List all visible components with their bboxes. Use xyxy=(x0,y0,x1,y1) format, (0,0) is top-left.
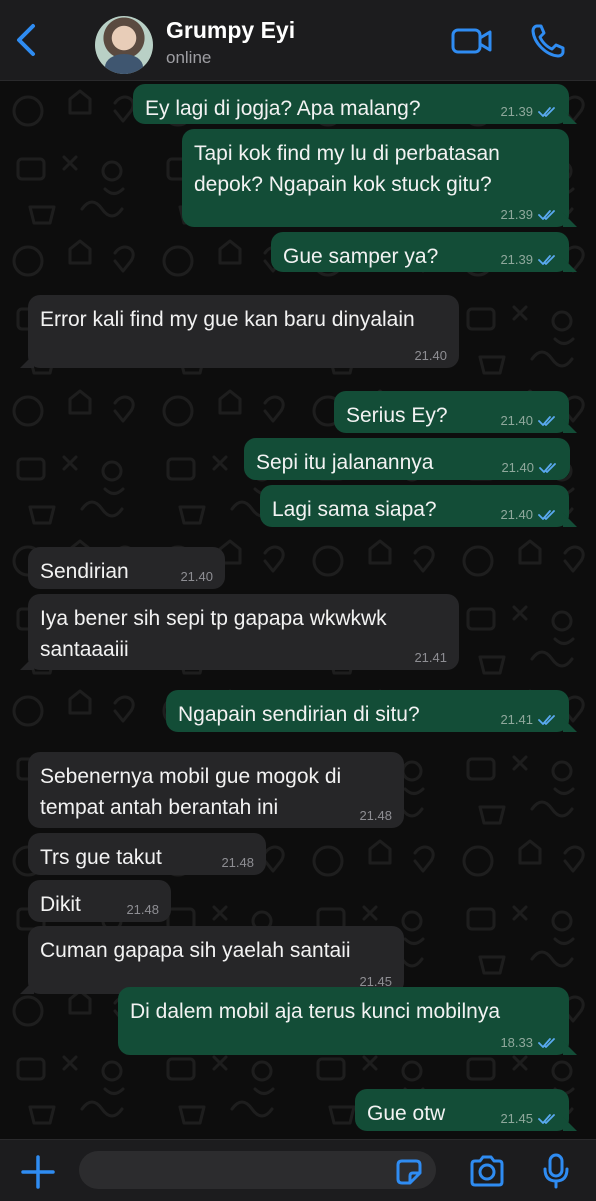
message-text: Sebenernya mobil gue mogok di tempat ant… xyxy=(40,765,348,819)
outgoing-message[interactable]: Lagi sama siapa? 21.40 xyxy=(260,485,577,527)
message-time: 21.39 xyxy=(500,104,533,119)
read-receipt-icon xyxy=(538,509,557,521)
read-receipt-icon xyxy=(538,1037,557,1049)
message-text: Error kali find my gue kan baru dinyalai… xyxy=(40,308,415,331)
message-meta: 21.39 xyxy=(500,207,557,222)
microphone-icon xyxy=(543,1153,569,1189)
message-meta: 21.39 xyxy=(500,104,557,119)
outgoing-message[interactable]: Serius Ey? 21.40 xyxy=(334,391,577,433)
message-time: 21.40 xyxy=(500,507,533,522)
incoming-message[interactable]: Iya bener sih sepi tp gapapa wkwkwk sant… xyxy=(20,594,459,670)
camera-icon xyxy=(470,1155,504,1187)
chat-header: Grumpy Eyi online xyxy=(0,0,596,81)
message-text: Ey lagi di jogja? Apa malang? xyxy=(145,97,421,120)
message-meta: 21.48 xyxy=(359,808,392,823)
read-receipt-icon xyxy=(538,254,557,266)
sticker-button[interactable] xyxy=(394,1157,424,1192)
contact-name[interactable]: Grumpy Eyi xyxy=(166,17,295,44)
message-text: Tapi kok find my lu di perbatasan depok?… xyxy=(194,142,506,196)
video-camera-icon xyxy=(451,28,492,54)
message-meta: 21.39 xyxy=(500,252,557,267)
read-receipt-icon xyxy=(538,1113,557,1125)
message-input[interactable] xyxy=(79,1151,436,1189)
message-time: 21.40 xyxy=(501,460,534,475)
incoming-message[interactable]: Sebenernya mobil gue mogok di tempat ant… xyxy=(28,752,404,828)
read-receipt-icon xyxy=(538,714,557,726)
incoming-message[interactable]: Dikit 21.48 xyxy=(28,880,171,922)
message-meta: 21.40 xyxy=(180,569,213,584)
message-time: 21.45 xyxy=(500,1111,533,1126)
message-meta: 21.41 xyxy=(414,650,447,665)
incoming-message[interactable]: Error kali find my gue kan baru dinyalai… xyxy=(20,295,459,368)
avatar[interactable] xyxy=(95,16,153,74)
message-time: 21.40 xyxy=(500,413,533,428)
outgoing-message[interactable]: Sepi itu jalanannya 21.40 xyxy=(244,438,570,480)
outgoing-message[interactable]: Ngapain sendirian di situ? 21.41 xyxy=(166,690,577,732)
message-meta: 21.40 xyxy=(414,348,447,363)
message-text: Cuman gapapa sih yaelah santaii xyxy=(40,939,351,962)
message-time: 21.48 xyxy=(221,855,254,870)
message-text: Ngapain sendirian di situ? xyxy=(178,703,420,726)
incoming-message[interactable]: Cuman gapapa sih yaelah santaii 21.45 xyxy=(20,926,404,994)
message-meta: 21.40 xyxy=(500,507,557,522)
message-meta: 21.48 xyxy=(221,855,254,870)
message-meta: 21.45 xyxy=(500,1111,557,1126)
plus-icon xyxy=(21,1155,55,1189)
outgoing-message[interactable]: Gue samper ya? 21.39 xyxy=(271,232,577,272)
message-time: 21.39 xyxy=(500,207,533,222)
message-list[interactable]: Ey lagi di jogja? Apa malang? 21.39 Tapi k… xyxy=(0,81,596,1139)
message-meta: 21.48 xyxy=(126,902,159,917)
video-call-button[interactable] xyxy=(450,24,494,63)
incoming-message[interactable]: Sendirian 21.40 xyxy=(28,547,225,589)
outgoing-message[interactable]: Ey lagi di jogja? Apa malang? 21.39 xyxy=(133,84,577,124)
message-meta: 21.40 xyxy=(501,460,558,475)
outgoing-message[interactable]: Gue otw 21.45 xyxy=(355,1089,577,1131)
back-button[interactable] xyxy=(8,20,44,60)
message-meta: 21.41 xyxy=(500,712,557,727)
sticker-icon xyxy=(396,1159,422,1185)
read-receipt-icon xyxy=(538,106,557,118)
message-text: Iya bener sih sepi tp gapapa wkwkwk sant… xyxy=(40,607,393,661)
composer-bar xyxy=(0,1139,596,1201)
outgoing-message[interactable]: Di dalem mobil aja terus kunci mobilnya 1… xyxy=(118,987,577,1055)
message-time: 21.41 xyxy=(414,650,447,665)
attach-button[interactable] xyxy=(20,1154,56,1195)
message-time: 18.33 xyxy=(500,1035,533,1050)
contact-status: online xyxy=(166,48,212,67)
message-time: 21.40 xyxy=(180,569,213,584)
message-meta: 21.40 xyxy=(500,413,557,428)
voice-message-button[interactable] xyxy=(543,1152,569,1195)
camera-button[interactable] xyxy=(468,1154,506,1193)
message-time: 21.48 xyxy=(359,808,392,823)
message-meta: 18.33 xyxy=(500,1035,557,1050)
chevron-left-icon xyxy=(17,24,35,56)
phone-icon xyxy=(531,24,565,58)
voice-call-button[interactable] xyxy=(529,22,567,65)
read-receipt-icon xyxy=(538,415,557,427)
message-text: Di dalem mobil aja terus kunci mobilnya xyxy=(130,1000,500,1023)
read-receipt-icon xyxy=(539,462,558,474)
read-receipt-icon xyxy=(538,209,557,221)
outgoing-message[interactable]: Tapi kok find my lu di perbatasan depok?… xyxy=(182,129,577,227)
incoming-message[interactable]: Trs gue takut 21.48 xyxy=(28,833,266,875)
message-time: 21.40 xyxy=(414,348,447,363)
message-time: 21.39 xyxy=(500,252,533,267)
message-time: 21.41 xyxy=(500,712,533,727)
message-time: 21.48 xyxy=(126,902,159,917)
